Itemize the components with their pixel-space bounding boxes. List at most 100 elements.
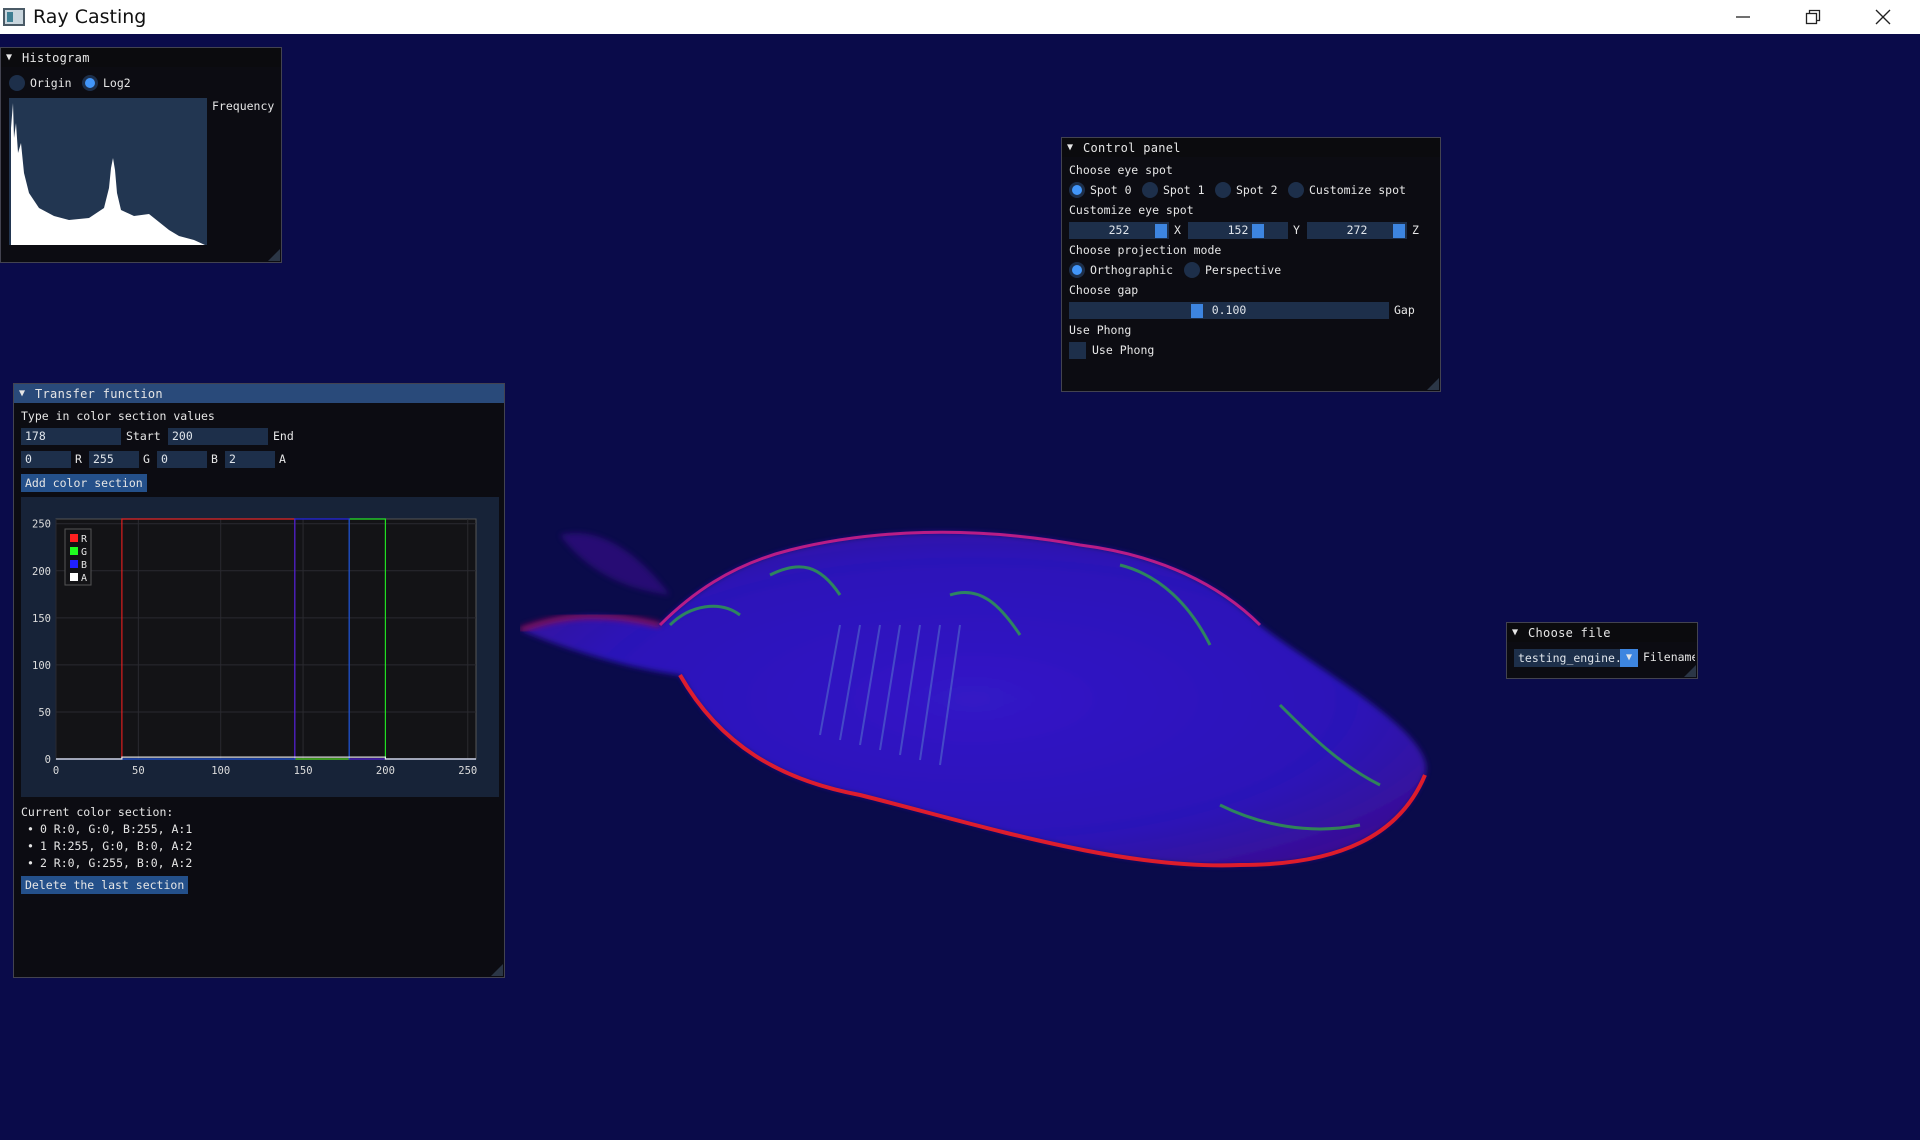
add-color-section-button[interactable]: Add color section bbox=[21, 474, 147, 492]
transfer-function-chart[interactable]: 0 50 100 150 200 250 0 50 100 150 200 250 R G B A bbox=[21, 497, 499, 797]
resize-grip[interactable] bbox=[1684, 665, 1696, 677]
x-slider-grab[interactable] bbox=[1155, 223, 1167, 238]
file-combo[interactable]: testing_engine. ▼ bbox=[1514, 649, 1638, 667]
radio-spot-1[interactable] bbox=[1142, 182, 1158, 198]
file-combo-value: testing_engine. bbox=[1518, 651, 1622, 665]
radio-origin[interactable] bbox=[9, 75, 25, 91]
collapse-triangle-icon[interactable]: ▼ bbox=[1067, 142, 1083, 153]
start-label: Start bbox=[126, 429, 161, 443]
spot-2-label: Spot 2 bbox=[1236, 183, 1278, 197]
radio-orthographic[interactable] bbox=[1069, 262, 1085, 278]
projection-heading: Choose projection mode bbox=[1069, 243, 1222, 257]
radio-customize-spot[interactable] bbox=[1288, 182, 1304, 198]
radio-spot-0[interactable] bbox=[1069, 182, 1085, 198]
z-label: Z bbox=[1412, 223, 1419, 237]
customize-spot-label: Customize spot bbox=[1309, 183, 1406, 197]
current-section-heading: Current color section: bbox=[21, 805, 174, 819]
restore-button[interactable] bbox=[1778, 0, 1848, 34]
section-item-2: 2 R:0, G:255, B:0, A:2 bbox=[21, 855, 192, 872]
x-tick-label: 250 bbox=[458, 765, 477, 777]
a-label: A bbox=[279, 452, 286, 466]
radio-spot-2[interactable] bbox=[1215, 182, 1231, 198]
volume-render-viewport[interactable] bbox=[520, 505, 1450, 890]
gap-label: Gap bbox=[1394, 303, 1415, 317]
transfer-function-window[interactable]: ▼ Transfer function Type in color sectio… bbox=[13, 383, 505, 978]
end-input[interactable]: 200 bbox=[168, 428, 268, 445]
close-button[interactable] bbox=[1848, 0, 1918, 34]
y-slider-grab[interactable] bbox=[1252, 223, 1264, 238]
histogram-bars bbox=[11, 103, 205, 245]
close-icon bbox=[1875, 9, 1891, 25]
choose-file-title: Choose file bbox=[1528, 625, 1611, 640]
filename-label: Filename bbox=[1643, 650, 1695, 664]
resize-grip[interactable] bbox=[491, 964, 503, 976]
legend-swatch-a bbox=[70, 573, 78, 581]
z-slider[interactable]: 272 bbox=[1307, 222, 1407, 239]
window-title-bar: Ray Casting bbox=[0, 0, 1920, 34]
gap-heading: Choose gap bbox=[1069, 283, 1139, 297]
z-slider-grab[interactable] bbox=[1393, 223, 1405, 238]
delete-last-section-button[interactable]: Delete the last section bbox=[21, 876, 189, 894]
radio-perspective[interactable] bbox=[1184, 262, 1200, 278]
minimize-button[interactable] bbox=[1708, 0, 1778, 34]
histogram-plot[interactable] bbox=[9, 98, 207, 245]
legend-swatch-g bbox=[70, 547, 78, 555]
x-tick-label: 50 bbox=[132, 765, 145, 777]
chart-legend: RGBA bbox=[64, 528, 92, 586]
legend-swatch-b bbox=[70, 560, 78, 568]
b-input[interactable]: 0 bbox=[157, 451, 207, 468]
tf-chart-svg: 0 50 100 150 200 250 0 50 100 150 200 250 RGBA bbox=[32, 518, 477, 777]
choose-file-header[interactable]: ▼ Choose file bbox=[1507, 623, 1697, 642]
plot-area bbox=[55, 518, 477, 760]
x-slider-value: 252 bbox=[1108, 223, 1130, 237]
perspective-label: Perspective bbox=[1205, 263, 1282, 277]
phong-checkbox[interactable] bbox=[1069, 342, 1086, 359]
y-slider[interactable]: 152 bbox=[1188, 222, 1288, 239]
control-panel-window[interactable]: ▼ Control panel Choose eye spot Spot 0 S… bbox=[1061, 137, 1441, 392]
r-label: R bbox=[75, 452, 82, 466]
gap-slider[interactable]: 0.100 bbox=[1069, 302, 1389, 319]
choose-file-window[interactable]: ▼ Choose file testing_engine. ▼ Filename bbox=[1506, 622, 1698, 679]
fish-volume bbox=[520, 530, 1427, 868]
chevron-down-icon[interactable]: ▼ bbox=[1620, 649, 1638, 667]
minimize-icon bbox=[1736, 16, 1750, 18]
gap-slider-grab[interactable] bbox=[1191, 303, 1203, 318]
frequency-label: Frequency bbox=[212, 99, 275, 113]
transfer-function-header[interactable]: ▼ Transfer function bbox=[14, 384, 504, 403]
phong-checkbox-label: Use Phong bbox=[1092, 343, 1155, 357]
y-tick-label: 0 bbox=[45, 754, 51, 766]
b-label: B bbox=[211, 452, 218, 466]
x-tick-label: 100 bbox=[211, 765, 230, 777]
end-label: End bbox=[273, 429, 294, 443]
y-tick-label: 50 bbox=[38, 707, 51, 719]
transfer-function-title: Transfer function bbox=[35, 386, 163, 401]
y-tick-label: 100 bbox=[32, 660, 51, 672]
radio-origin-label: Origin bbox=[30, 76, 72, 90]
g-input[interactable]: 255 bbox=[89, 451, 139, 468]
legend-label-g: G bbox=[81, 547, 87, 558]
x-tick-label: 150 bbox=[294, 765, 313, 777]
customize-heading: Customize eye spot bbox=[1069, 203, 1194, 217]
radio-log2[interactable] bbox=[82, 75, 98, 91]
y-label: Y bbox=[1293, 223, 1300, 237]
collapse-triangle-icon[interactable]: ▼ bbox=[19, 388, 35, 399]
spot-0-label: Spot 0 bbox=[1090, 183, 1132, 197]
resize-grip[interactable] bbox=[1427, 378, 1439, 390]
restore-icon bbox=[1805, 9, 1821, 25]
resize-grip[interactable] bbox=[268, 249, 280, 261]
control-panel-header[interactable]: ▼ Control panel bbox=[1062, 138, 1440, 157]
g-label: G bbox=[143, 452, 150, 466]
a-input[interactable]: 2 bbox=[225, 451, 275, 468]
histogram-header[interactable]: ▼ Histogram bbox=[1, 48, 281, 67]
y-tick-label: 150 bbox=[32, 613, 51, 625]
legend-label-a: A bbox=[81, 573, 87, 584]
control-panel-title: Control panel bbox=[1083, 140, 1181, 155]
spot-1-label: Spot 1 bbox=[1163, 183, 1205, 197]
collapse-triangle-icon[interactable]: ▼ bbox=[1512, 627, 1528, 638]
histogram-window[interactable]: ▼ Histogram Origin Log2 Frequency bbox=[0, 47, 282, 263]
start-input[interactable]: 178 bbox=[21, 428, 121, 445]
y-slider-value: 152 bbox=[1227, 223, 1249, 237]
r-input[interactable]: 0 bbox=[21, 451, 71, 468]
collapse-triangle-icon[interactable]: ▼ bbox=[6, 52, 22, 63]
x-slider[interactable]: 252 bbox=[1069, 222, 1169, 239]
